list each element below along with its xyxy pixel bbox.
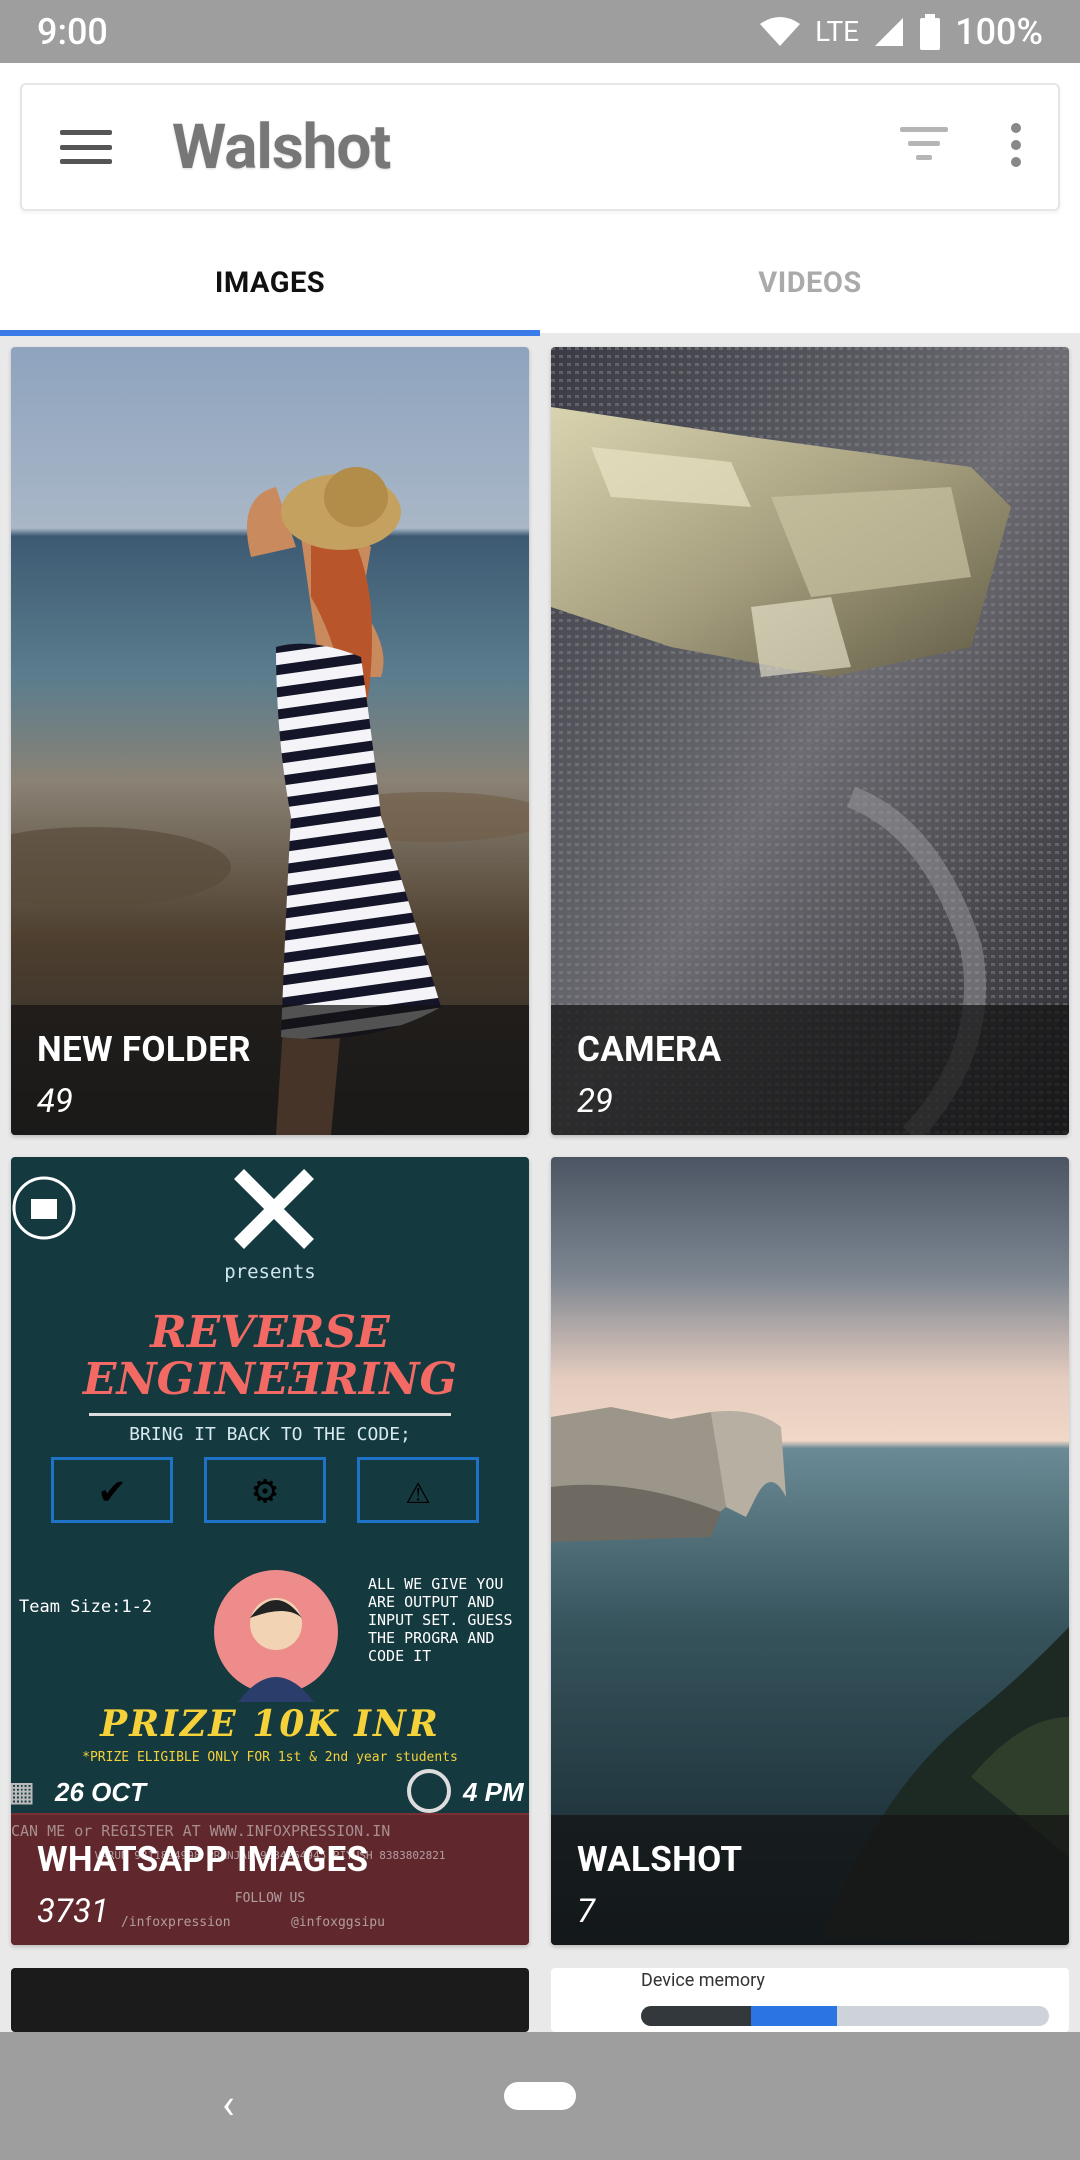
tab-videos[interactable]: VIDEOS xyxy=(540,233,1080,333)
folder-card-partial[interactable] xyxy=(11,1968,529,2032)
app-header: Walshot IMAGES VIDEOS xyxy=(0,63,1080,333)
warning-box-icon: ⚠ xyxy=(357,1457,479,1523)
more-options-icon[interactable] xyxy=(1010,123,1022,167)
filter-icon[interactable] xyxy=(900,127,948,163)
folder-card-walshot[interactable]: WALSHOT 7 xyxy=(551,1157,1069,1945)
poster-description: ALL WE GIVE YOU ARE OUTPUT AND INPUT SET… xyxy=(368,1575,513,1665)
signal-icon xyxy=(875,17,904,46)
folder-count: 3731 xyxy=(37,1892,109,1931)
gear-box-icon: ⚙ xyxy=(204,1457,326,1523)
folder-card-whatsapp-images[interactable]: presents REVERSE ENGINEƎRING BRING IT BA… xyxy=(11,1157,529,1945)
folder-name: WHATSAPP IMAGES xyxy=(37,1839,369,1880)
memory-widget-card[interactable]: Device memory xyxy=(551,1968,1069,2032)
folder-name: CAMERA xyxy=(577,1029,722,1070)
clock-icon xyxy=(407,1769,451,1813)
divider xyxy=(89,1413,451,1416)
back-icon[interactable]: ‹ xyxy=(222,2080,235,2129)
menu-icon[interactable] xyxy=(60,130,112,164)
folder-info: NEW FOLDER 49 xyxy=(11,1005,529,1135)
folder-name: NEW FOLDER xyxy=(37,1029,251,1070)
memory-used-segment xyxy=(641,2006,752,2026)
folder-count: 7 xyxy=(577,1892,595,1931)
battery-icon xyxy=(920,13,941,50)
tab-bar: IMAGES VIDEOS xyxy=(0,233,1080,333)
poster-title-line1: REVERSE xyxy=(150,1307,390,1358)
memory-bar xyxy=(641,2006,1049,2026)
poster-prize-note: *PRIZE ELIGIBLE ONLY FOR 1st & 2nd year … xyxy=(82,1750,458,1765)
poster-time: 4 PM xyxy=(463,1777,524,1807)
developer-avatar-icon xyxy=(214,1570,338,1702)
tab-images[interactable]: IMAGES xyxy=(0,233,540,333)
check-box-icon: ✔ xyxy=(51,1457,173,1523)
search-bar[interactable]: Walshot xyxy=(20,83,1060,211)
home-button[interactable] xyxy=(504,2082,576,2110)
app-title: Walshot xyxy=(172,110,391,184)
folder-card-new-folder[interactable]: NEW FOLDER 49 xyxy=(11,347,529,1135)
poster-prize: PRIZE 10K INR xyxy=(100,1703,440,1745)
folder-name: WALSHOT xyxy=(577,1839,743,1880)
folder-info: WHATSAPP IMAGES 3731 xyxy=(11,1815,529,1945)
folder-card-camera[interactable]: CAMERA 29 xyxy=(551,347,1069,1135)
battery-level: 100% xyxy=(955,10,1043,53)
tab-indicator xyxy=(0,330,540,336)
navigation-bar: ‹ xyxy=(0,2032,1080,2160)
college-logo-icon xyxy=(12,1176,76,1240)
folder-info: WALSHOT 7 xyxy=(551,1815,1069,1945)
folder-count: 29 xyxy=(577,1082,613,1121)
infoxpression-logo-icon xyxy=(234,1169,314,1249)
calendar-icon: ▦ xyxy=(11,1771,33,1812)
memory-other-segment xyxy=(751,2006,837,2026)
poster-presents: presents xyxy=(224,1261,316,1283)
poster-tagline: BRING IT BACK TO THE CODE; xyxy=(129,1424,411,1445)
status-bar: 9:00 LTE 100% xyxy=(0,0,1080,63)
poster-date: 26 OCT xyxy=(55,1777,147,1807)
poster-team-size: Team Size:1-2 xyxy=(19,1597,153,1617)
poster-title-line2: ENGINEƎRING xyxy=(82,1354,458,1405)
folder-count: 49 xyxy=(37,1082,73,1121)
status-time: 9:00 xyxy=(37,10,108,53)
network-type: LTE xyxy=(815,15,860,48)
folder-info: CAMERA 29 xyxy=(551,1005,1069,1135)
wifi-icon xyxy=(760,16,801,46)
memory-label: Device memory xyxy=(641,1970,765,1991)
